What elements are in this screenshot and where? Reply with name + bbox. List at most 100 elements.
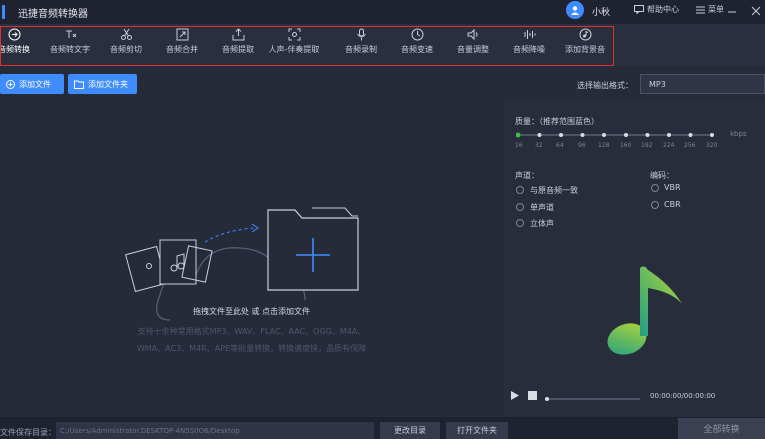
tool-audio-merge[interactable]: 音频合并 <box>154 28 210 62</box>
folder-plus-icon <box>267 207 359 291</box>
folder-icon <box>74 80 84 89</box>
volume-icon <box>467 28 477 41</box>
channel-radio-mono[interactable] <box>516 203 524 211</box>
minimize-button[interactable] <box>727 6 737 16</box>
noise-reduction-icon <box>524 30 535 39</box>
tool-label: 音频录制 <box>345 45 377 54</box>
drop-hint: 拖拽文件至此处 或 点击添加文件 <box>192 307 311 316</box>
stop-icon <box>528 391 537 400</box>
convert-all-label: 全部转换 <box>703 425 740 435</box>
music-files-icon <box>125 239 213 293</box>
quality-tick: 224 <box>663 142 675 149</box>
vocal-separate-icon <box>288 28 300 41</box>
tool-label: 音频变速 <box>401 45 433 54</box>
channel-radio-original[interactable] <box>516 186 524 194</box>
convert-all-button[interactable]: 全部转换 <box>678 418 765 439</box>
app-title: 迅捷音频转换器 <box>18 8 88 20</box>
encoding-option-label: VBR <box>664 183 681 192</box>
audio-to-text-icon <box>65 30 76 38</box>
tool-noise-reduction[interactable]: 音频降噪 <box>501 28 557 62</box>
menu-label: 菜单 <box>708 5 724 14</box>
encoding-radio-cbr[interactable] <box>651 201 659 209</box>
change-directory-label: 更改目录 <box>394 426 426 435</box>
channel-label: 声道： <box>515 171 539 180</box>
progress-track <box>545 397 640 401</box>
encoding-radio-vbr[interactable] <box>651 184 659 192</box>
tool-audio-cut[interactable]: 音频剪切 <box>98 28 154 62</box>
supported-formats-line1: 支持十余种常用格式MP3、WAV、FLAC、AAC、OGG、M4A、 <box>137 327 366 336</box>
add-folder-button[interactable]: 添加文件夹 <box>68 74 137 94</box>
player-progress-bar[interactable] <box>544 394 640 401</box>
open-folder-button[interactable]: 打开文件夹 <box>446 422 508 439</box>
encoding-label: 编码： <box>650 171 674 180</box>
quality-tick: 160 <box>620 142 632 149</box>
quality-slider[interactable] <box>515 131 714 139</box>
encoding-option-label: CBR <box>664 200 681 209</box>
merge-icon <box>176 28 188 41</box>
tool-label: 人声-伴奏提取 <box>268 45 320 54</box>
tool-audio-extract[interactable]: 音频提取 <box>210 28 266 62</box>
play-button[interactable] <box>510 390 520 404</box>
minimize-icon <box>728 11 736 13</box>
tool-volume-adjust[interactable]: 音量调整 <box>445 28 501 62</box>
tool-vocal-separate[interactable]: 人声-伴奏提取 <box>266 28 322 62</box>
save-path-value: C:/Users/Administrator.DESKTOP-4N5S0O6/D… <box>60 426 240 435</box>
tool-label: 音频提取 <box>222 45 254 54</box>
add-file-label: 添加文件 <box>19 79 51 89</box>
help-center-label: 帮助中心 <box>647 5 679 14</box>
channel-option-label: 单声道 <box>530 203 554 212</box>
user-avatar[interactable] <box>566 1 584 19</box>
quality-tick: 32 <box>535 142 543 149</box>
quality-tick: 128 <box>598 142 610 149</box>
output-format-select[interactable]: MP3 <box>640 74 765 94</box>
play-icon <box>511 391 519 400</box>
tool-audio-record[interactable]: 音频录制 <box>333 28 389 62</box>
save-path-field[interactable]: C:/Users/Administrator.DESKTOP-4N5S0O6/D… <box>56 422 374 439</box>
change-directory-button[interactable]: 更改目录 <box>380 422 440 439</box>
speed-icon <box>411 28 423 41</box>
menu-icon <box>696 6 705 13</box>
convert-icon <box>8 28 20 41</box>
stop-button[interactable] <box>528 391 537 403</box>
tool-label: 音频剪切 <box>110 45 142 54</box>
tool-label: 音频转文字 <box>50 45 90 54</box>
user-name[interactable]: 小秋 <box>592 5 610 18</box>
quality-slider-track <box>515 132 714 138</box>
quality-label: 质量：（推荐范围蓝色） <box>515 117 599 126</box>
add-file-button[interactable]: 添加文件 <box>0 74 64 94</box>
file-drop-area[interactable] <box>0 100 503 417</box>
tool-audio-convert[interactable]: 音频转换 <box>0 28 42 62</box>
help-center-button[interactable]: 帮助中心 <box>634 4 679 15</box>
supported-formats-line2: WMA、AC3、M4R、APE等批量转换，转换速度快，品质有保障 <box>136 344 367 353</box>
microphone-icon <box>356 28 366 41</box>
user-icon <box>571 6 579 15</box>
tool-label: 音频合并 <box>166 45 198 54</box>
tool-audio-to-text[interactable]: 音频转文字 <box>42 28 98 62</box>
menu-button[interactable]: 菜单 <box>696 4 724 15</box>
add-folder-label: 添加文件夹 <box>88 79 128 89</box>
background-music-icon <box>579 28 591 41</box>
extract-icon <box>232 28 244 41</box>
output-format-label: 选择输出格式： <box>577 81 633 90</box>
channel-option-label: 立体声 <box>530 219 554 228</box>
open-folder-label: 打开文件夹 <box>457 426 497 435</box>
tool-label: 音频转换 <box>0 45 30 54</box>
quality-tick: 320 <box>706 142 718 149</box>
quality-tick: 96 <box>578 142 586 149</box>
tool-add-background-music[interactable]: 添加背景音 <box>557 28 613 62</box>
music-note-icon <box>607 266 682 355</box>
output-format-value: MP3 <box>649 79 666 89</box>
plus-circle-icon <box>6 79 15 89</box>
channel-radio-stereo[interactable] <box>516 219 524 227</box>
tool-label: 添加背景音 <box>565 45 605 54</box>
channel-option-label: 与原音频一致 <box>530 186 578 195</box>
tool-label: 音频降噪 <box>513 45 545 54</box>
player-time: 00:00:00/00:00:00 <box>650 392 716 400</box>
quality-tick: 256 <box>684 142 696 149</box>
chat-icon <box>634 5 644 14</box>
quality-tick: 192 <box>641 142 653 149</box>
tool-audio-speed[interactable]: 音频变速 <box>389 28 445 62</box>
quality-unit: kbps <box>730 130 747 138</box>
close-button[interactable] <box>751 6 761 16</box>
tool-label: 音量调整 <box>457 45 489 54</box>
